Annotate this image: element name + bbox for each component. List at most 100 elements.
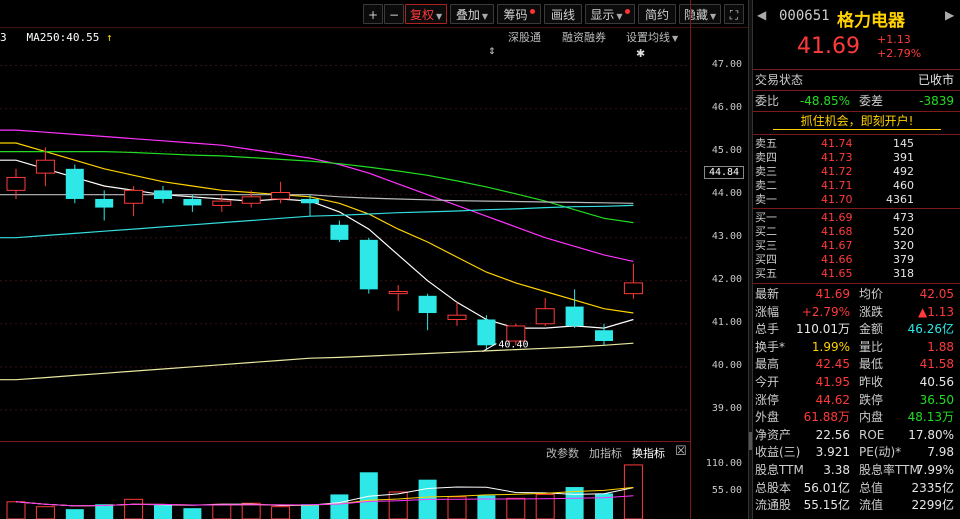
margin-trading-button[interactable]: 融资融券: [562, 29, 606, 45]
stat-label: 均价: [859, 287, 884, 301]
ma-line-1: [0, 142, 634, 314]
prev-stock-icon[interactable]: ◀: [757, 8, 766, 22]
stat-value: +2.79%: [801, 304, 850, 319]
bid-level-label: 买四: [755, 253, 777, 266]
volume-chart[interactable]: [0, 460, 690, 519]
trade-status-value: 已收市: [917, 73, 954, 87]
candle-body: [271, 192, 291, 200]
splitter-handle[interactable]: [749, 432, 752, 450]
indicator-bar: 改参数 加指标 换指标 ☒: [0, 441, 690, 461]
close-icon[interactable]: ☒: [675, 444, 687, 459]
bid-level-label: 买一: [755, 211, 777, 224]
stock-name[interactable]: 格力电器: [837, 6, 905, 31]
overlay-label: 叠加: [455, 8, 480, 22]
ask-row[interactable]: 卖四 41.73 391: [753, 151, 960, 165]
divider: [753, 111, 960, 112]
notification-dot-icon: [624, 9, 630, 14]
candle-body: [477, 319, 496, 346]
bid-row[interactable]: 买二 41.68 520: [753, 225, 960, 239]
candle-body: [623, 282, 643, 295]
bid-row[interactable]: 买一 41.69 473: [753, 211, 960, 225]
arrow-up-icon: ↑: [105, 31, 113, 44]
bid-row[interactable]: 买四 41.66 379: [753, 253, 960, 267]
stat-row: 股息TTM 3.38 股息率TTM 7.99%: [753, 462, 960, 479]
volume-tick-label: 110.00: [705, 457, 742, 469]
simple-mode-button[interactable]: 简约: [638, 4, 676, 24]
ask-row[interactable]: 卖二 41.71 460: [753, 179, 960, 193]
ma-settings-label: 设置均线: [626, 31, 670, 44]
stat-row: 最新 41.69 均价 42.05: [753, 286, 960, 303]
adjust-button[interactable]: 复权 ▼: [405, 4, 447, 24]
volume-bar: [154, 505, 172, 519]
volume-bar: [241, 502, 261, 519]
stat-value: 36.50: [919, 392, 954, 407]
volume-bar: [623, 464, 643, 519]
volume-bar: [6, 501, 26, 519]
stat-value: 44.62: [815, 392, 850, 407]
candlestick-chart[interactable]: 40.40: [0, 44, 690, 440]
stat-value: 22.56: [815, 427, 850, 442]
candle: [595, 323, 613, 346]
divider: [753, 134, 960, 135]
bid-price: 41.65: [821, 267, 853, 280]
stat-row: 总股本 56.01亿 总值 2335亿: [753, 480, 960, 497]
price-tick-label: 43.00: [711, 230, 742, 242]
ask-row[interactable]: 卖五 41.74 145: [753, 137, 960, 151]
stat-label: 涨幅: [755, 304, 780, 319]
next-stock-icon[interactable]: ▶: [945, 8, 954, 22]
stat-row: 总手 110.01万 金额 46.26亿: [753, 321, 960, 338]
open-account-banner[interactable]: 抓住机会，即刻开户!: [773, 113, 941, 130]
stat-label: 最高: [755, 357, 780, 372]
ask-row[interactable]: 卖三 41.72 492: [753, 165, 960, 179]
stat-row: 净资产 22.56 ROE 17.80%: [753, 427, 960, 444]
change-params-button[interactable]: 改参数: [546, 445, 579, 461]
bid-row[interactable]: 买五 41.65 318: [753, 267, 960, 281]
stock-change: +1.13 +2.79%: [877, 33, 921, 61]
volume-bar: [124, 498, 144, 519]
stat-label: 最新: [755, 287, 780, 301]
candle-body: [35, 159, 55, 174]
bid-price: 41.66: [821, 253, 853, 266]
stat-value: 17.80%: [908, 427, 954, 442]
chips-button[interactable]: 筹码: [497, 4, 541, 24]
display-button[interactable]: 显示 ▼: [585, 4, 635, 24]
ma-line-3: [0, 150, 634, 224]
chart-toolbar: + − 复权 ▼ 叠加 ▼ 筹码 画线 显示 ▼ 简约 隐藏 ▼ ⛶: [0, 0, 748, 28]
candle-body: [359, 239, 378, 290]
ma-line-6: [0, 342, 634, 381]
zoom-in-button[interactable]: +: [363, 4, 383, 24]
add-indicator-button[interactable]: 加指标: [589, 445, 622, 461]
stat-label: 内盘: [859, 410, 884, 425]
stat-row: 涨停 44.62 跌停 36.50: [753, 392, 960, 409]
zoom-out-button[interactable]: −: [384, 4, 404, 24]
trade-status-label: 交易状态: [755, 73, 804, 87]
divider: [753, 283, 960, 284]
candle-body: [388, 291, 408, 295]
display-label: 显示: [590, 8, 615, 22]
divider: [753, 208, 960, 209]
stat-label: 股息率TTM: [859, 463, 920, 477]
chevron-down-icon: ▼: [672, 34, 679, 43]
candle: [418, 293, 437, 331]
hk-connect-button[interactable]: 深股通: [508, 29, 541, 45]
bid-row[interactable]: 买三 41.67 320: [753, 239, 960, 253]
overlay-button[interactable]: 叠加 ▼: [450, 4, 494, 24]
stock-header: ◀ ▶ 000651 格力电器 41.69 +1.13 +2.79%: [753, 0, 960, 70]
ma-settings-button[interactable]: 设置均线 ▼: [626, 29, 678, 45]
volume-bar: [95, 504, 114, 519]
stat-row: 涨幅 +2.79% 涨跌 ▲1.13: [753, 304, 960, 321]
price-tick-label: 46.00: [711, 101, 742, 113]
stat-value: 2335亿: [911, 480, 954, 495]
draw-line-button[interactable]: 画线: [544, 4, 582, 24]
price-tick-label: 42.00: [711, 273, 742, 285]
stat-label: 收益(三): [755, 445, 801, 460]
candle: [623, 263, 643, 299]
volume-bar: [271, 506, 291, 519]
ask-price: 41.74: [821, 137, 853, 150]
swap-indicator-button[interactable]: 换指标: [632, 445, 665, 461]
ask-row[interactable]: 卖一 41.70 4361: [753, 193, 960, 207]
price-tick-label: 39.00: [711, 402, 742, 414]
stat-value: 1.99%: [811, 339, 850, 354]
stat-label: 量比: [859, 339, 884, 354]
stock-price: 41.69: [797, 34, 860, 59]
